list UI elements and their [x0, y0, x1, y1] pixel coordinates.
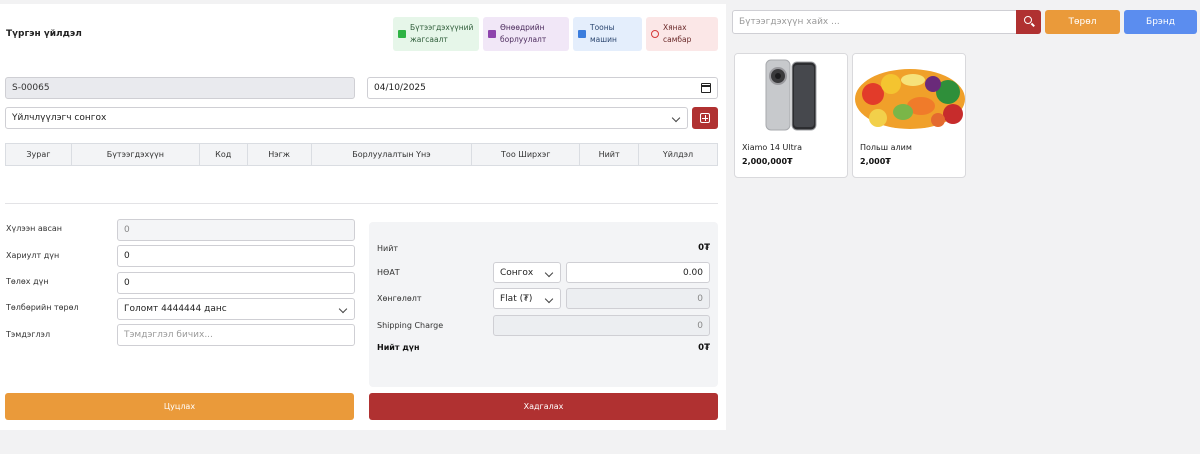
- received-value: 0: [124, 225, 130, 235]
- received-label: Хүлээн авсан: [6, 224, 63, 233]
- chevron-down-icon: [671, 113, 681, 123]
- search-placeholder: Бүтээгдэхүүн хайх ...: [739, 17, 840, 27]
- customer-select-value: Үйлчлүүлэгч сонгох: [12, 113, 107, 123]
- discount-value: 0: [697, 293, 703, 304]
- pay-value: 0: [124, 278, 130, 288]
- discount-input[interactable]: 0: [566, 288, 710, 309]
- customer-select[interactable]: Үйлчлүүлэгч сонгох: [5, 107, 688, 129]
- page-title: Түргэн үйлдэл: [6, 29, 82, 39]
- calculator-icon: [578, 30, 586, 38]
- change-value: 0: [124, 251, 130, 261]
- col-unit: Нэгж: [246, 143, 312, 166]
- product-list-button[interactable]: Бүтээгдэхүүний жагсаалт: [393, 17, 479, 51]
- note-placeholder: Тэмдэглэл бичих...: [124, 330, 213, 340]
- today-sales-button[interactable]: Өнөөдрийн борлуулалт: [483, 17, 569, 51]
- sale-panel: Түргэн үйлдэл Бүтээгдэхүүний жагсаалт Өн…: [0, 4, 726, 430]
- vat-select-value: Сонгох: [500, 267, 534, 278]
- col-action: Үйлдэл: [638, 143, 718, 166]
- bag-icon: [488, 30, 496, 38]
- product-name: Xiamo 14 Ultra: [742, 143, 802, 152]
- payment-method-label: Төлбөрийн төрөл: [6, 303, 79, 312]
- product-card[interactable]: Xiamo 14 Ultra 2,000,000₮: [734, 53, 848, 178]
- grand-total-value: 0₮: [698, 343, 710, 353]
- col-total: Нийт: [579, 143, 640, 166]
- note-input[interactable]: Тэмдэглэл бичих...: [117, 324, 355, 346]
- grand-total-label: Нийт дүн: [377, 343, 420, 352]
- pay-field[interactable]: 0: [117, 272, 355, 294]
- vat-input[interactable]: 0.00: [566, 262, 710, 283]
- calculator-label: Тооны машин: [590, 23, 617, 44]
- note-label: Тэмдэглэл: [6, 330, 51, 339]
- shipping-label: Shipping Charge: [377, 321, 444, 330]
- chevron-down-icon: [544, 294, 554, 304]
- sale-number-value: S-00065: [12, 83, 50, 93]
- category-filter-button[interactable]: Төрөл: [1045, 10, 1120, 34]
- product-card[interactable]: Польш алим 2,000₮: [852, 53, 966, 178]
- vat-value: 0.00: [682, 267, 703, 278]
- col-image: Зураг: [5, 143, 72, 166]
- cancel-button[interactable]: Цуцлах: [5, 393, 354, 420]
- col-code: Код: [198, 143, 248, 166]
- product-name: Польш алим: [860, 143, 912, 152]
- items-table: Зураг Бүтээгдэхүүн Код Нэгж Борлуулалтын…: [5, 143, 718, 166]
- date-value: 04/10/2025: [374, 83, 426, 93]
- col-sale-price: Борлуулалтын Үнэ: [310, 143, 473, 166]
- change-label: Хариулт дүн: [6, 251, 60, 260]
- chevron-down-icon: [544, 268, 554, 278]
- shipping-value: 0: [697, 320, 703, 331]
- dashboard-button[interactable]: Хянах самбар: [646, 17, 718, 51]
- discount-type-select[interactable]: Flat (₮): [493, 288, 561, 309]
- change-field[interactable]: 0: [117, 245, 355, 267]
- calculator-button[interactable]: Тооны машин: [573, 17, 642, 51]
- received-field: 0: [117, 219, 355, 241]
- today-sales-label: Өнөөдрийн борлуулалт: [500, 23, 547, 44]
- product-search-input[interactable]: Бүтээгдэхүүн хайх ...: [732, 10, 1017, 34]
- fruit-image: [853, 54, 965, 136]
- discount-label: Хөнгөлөлт: [377, 294, 422, 303]
- calendar-icon[interactable]: [701, 83, 711, 93]
- dashboard-label: Хянах самбар: [663, 23, 692, 44]
- payment-method-value: Голомт 4444444 данс: [124, 304, 227, 314]
- payment-method-select[interactable]: Голомт 4444444 данс: [117, 298, 355, 320]
- product-price: 2,000₮: [860, 157, 891, 166]
- brand-filter-button[interactable]: Брэнд: [1124, 10, 1197, 34]
- chevron-down-icon: [338, 304, 348, 314]
- save-button[interactable]: Хадгалах: [369, 393, 718, 420]
- summary-box: Нийт 0₮ НӨАТ Сонгох 0.00 Хөнгөлөлт Flat …: [369, 222, 718, 387]
- total-value: 0₮: [698, 243, 710, 253]
- discount-type-value: Flat (₮): [500, 293, 533, 304]
- section-divider: [5, 203, 718, 204]
- search-button[interactable]: [1016, 10, 1041, 34]
- date-field[interactable]: 04/10/2025: [367, 77, 718, 99]
- sale-number-field: S-00065: [5, 77, 355, 99]
- plus-square-icon: [700, 113, 710, 123]
- total-label: Нийт: [377, 244, 399, 253]
- product-list-label: Бүтээгдэхүүний жагсаалт: [410, 23, 474, 44]
- col-quantity: Тоо Ширхэг: [471, 143, 581, 166]
- shipping-input[interactable]: 0: [493, 315, 710, 336]
- col-product: Бүтээгдэхүүн: [70, 143, 200, 166]
- vat-label: НӨАТ: [377, 268, 400, 277]
- vat-select[interactable]: Сонгох: [493, 262, 561, 283]
- pay-label: Төлөх дүн: [6, 277, 49, 286]
- cart-icon: [398, 30, 406, 38]
- add-customer-button[interactable]: [692, 107, 718, 129]
- product-price: 2,000,000₮: [742, 157, 793, 166]
- phone-image: [735, 54, 847, 136]
- power-icon: [651, 30, 659, 38]
